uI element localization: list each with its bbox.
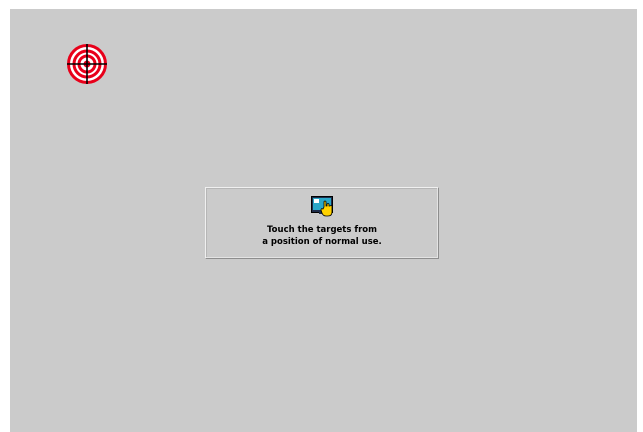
calibration-target[interactable] [67,44,107,84]
crosshair-target-icon [67,44,107,84]
instruction-line-2: a position of normal use. [262,237,382,247]
calibration-screen[interactable]: Touch the targets from a position of nor… [10,9,637,432]
instruction-panel: Touch the targets from a position of nor… [205,187,439,259]
touch-screen-hand-icon [311,196,335,218]
instruction-text: Touch the targets from a position of nor… [206,224,438,248]
instruction-line-1: Touch the targets from [267,225,377,235]
